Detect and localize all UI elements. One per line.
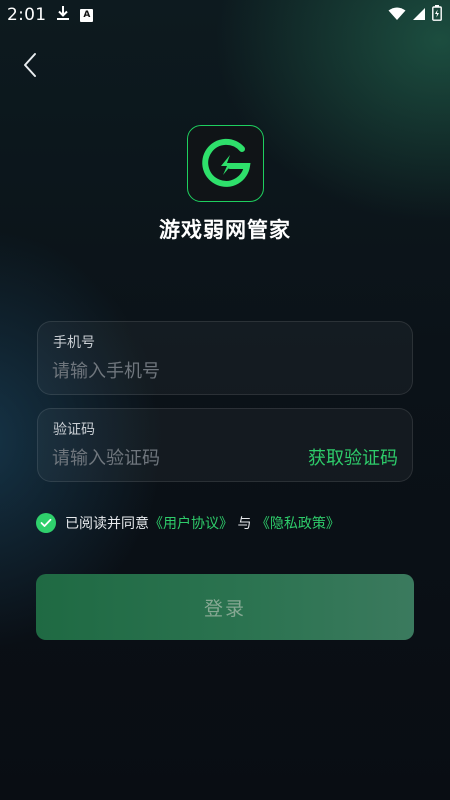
get-code-button[interactable]: 获取验证码 <box>308 444 398 470</box>
code-field: 验证码 获取验证码 <box>37 408 413 482</box>
check-icon <box>40 518 52 527</box>
battery-icon <box>432 5 442 25</box>
chevron-left-icon <box>24 53 36 77</box>
app-title: 游戏弱网管家 <box>159 218 291 242</box>
phone-label: 手机号 <box>53 335 95 351</box>
a-badge-icon: A <box>80 8 94 22</box>
status-time: 2:01 <box>7 5 47 25</box>
download-icon <box>56 5 70 25</box>
back-button[interactable] <box>16 50 44 80</box>
login-button[interactable]: 登录 <box>36 574 414 640</box>
wifi-icon <box>388 6 406 25</box>
privacy-policy-link[interactable]: 《隐私政策》 <box>256 516 340 532</box>
status-bar: 2:01 A <box>0 0 450 30</box>
signal-icon <box>412 6 426 25</box>
agreement-checkbox[interactable] <box>36 513 56 533</box>
user-agreement-link[interactable]: 《用户协议》 <box>149 516 233 532</box>
app-logo <box>187 125 264 202</box>
agreement-row: 已阅读并同意《用户协议》 与 《隐私政策》 <box>36 513 340 533</box>
logo-g-lightning-icon <box>201 138 250 187</box>
phone-field: 手机号 <box>37 321 413 395</box>
agreement-prefix: 已阅读并同意 <box>65 516 149 532</box>
agreement-conjunction: 与 <box>237 516 252 532</box>
agreement-text: 已阅读并同意《用户协议》 与 《隐私政策》 <box>65 513 340 533</box>
code-input[interactable] <box>52 444 312 472</box>
code-label: 验证码 <box>53 422 95 438</box>
phone-input[interactable] <box>52 357 312 385</box>
